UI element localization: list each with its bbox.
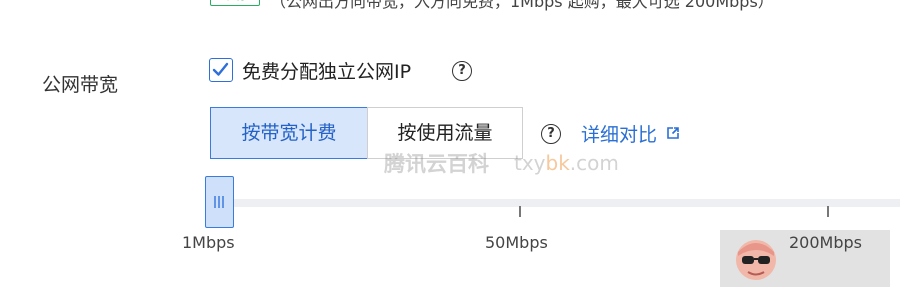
bandwidth-section-label: 公网带宽 [42, 74, 119, 96]
free-ip-label[interactable]: 免费分配独立公网IP [242, 57, 411, 84]
recommend-badge: 推荐 [210, 0, 260, 6]
slider-tick-200 [827, 206, 829, 217]
external-link-icon [667, 127, 679, 139]
scale-label-max: 200Mbps [789, 233, 862, 252]
bandwidth-slider-track[interactable] [210, 199, 900, 207]
watermark-domain-prefix: txy [514, 151, 546, 175]
detail-compare-link[interactable]: 详细对比 [581, 120, 680, 147]
grip-icon [214, 196, 224, 208]
watermark-domain: txybk.com [514, 151, 619, 175]
scale-label-mid: 50Mbps [485, 233, 548, 252]
top-description: （公网出方向带宽，入方向免费，1Mbps 起购，最大可选 200Mbps） [270, 0, 774, 11]
watermark-domain-suffix: .com [569, 151, 619, 175]
avatar-icon [736, 240, 776, 280]
help-icon[interactable]: ? [452, 61, 472, 81]
bandwidth-slider-handle[interactable] [205, 176, 234, 228]
detail-compare-label[interactable]: 详细对比 [581, 124, 657, 146]
watermark-text: 腾讯云百科 [384, 152, 489, 176]
slider-tick-50 [519, 206, 521, 217]
scale-label-min: 1Mbps [182, 233, 235, 252]
checkmark-icon [212, 62, 229, 76]
watermark-domain-highlight: bk [545, 151, 570, 175]
avatar-overlay: 200Mbps [720, 230, 890, 287]
billing-help-icon[interactable]: ? [541, 124, 561, 144]
free-ip-checkbox[interactable] [209, 58, 233, 82]
billing-mode-bandwidth-button[interactable]: 按带宽计费 [210, 107, 368, 159]
